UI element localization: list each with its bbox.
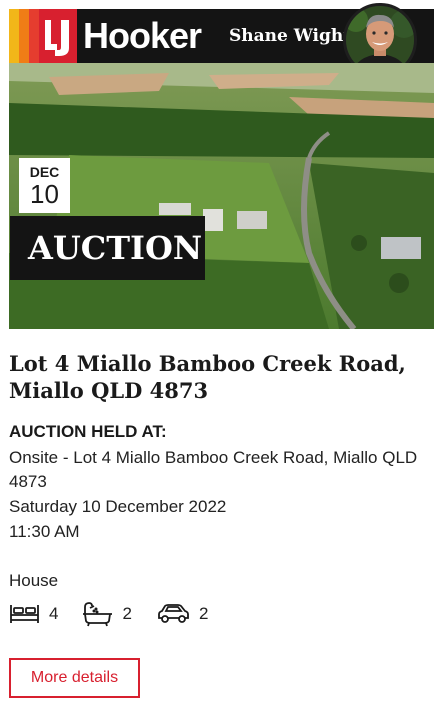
title-line-1: Lot 4 Miallo Bamboo Creek Road,: [9, 351, 406, 376]
auction-date-badge: DEC 10: [19, 158, 70, 213]
bedrooms-feature: 4: [9, 603, 58, 625]
car-icon: [156, 603, 190, 625]
date-day: 10: [30, 179, 59, 209]
date-month: DEC: [29, 164, 60, 180]
car-spaces-feature: 2: [156, 603, 208, 625]
title-line-2: Miallo QLD 4873: [9, 378, 209, 403]
property-features: 4 2 2: [9, 599, 232, 629]
auction-venue-line-2: 4873: [9, 472, 47, 491]
logo-stripes: [9, 9, 39, 63]
bathroom-count: 2: [122, 604, 132, 623]
auction-time: 11:30 AM: [9, 522, 80, 541]
auction-status-banner: AUCTION: [10, 216, 205, 280]
listing-title[interactable]: Lot 4 Miallo Bamboo Creek Road, Miallo Q…: [9, 350, 429, 404]
more-details-button[interactable]: More details: [9, 658, 140, 698]
brand-name: Hooker: [83, 15, 202, 56]
auction-venue-line-1: Onsite - Lot 4 Miallo Bamboo Creek Road,…: [9, 448, 418, 467]
bedroom-count: 4: [49, 604, 59, 623]
property-type: House: [9, 571, 59, 590]
auction-heading: AUCTION HELD AT:: [9, 422, 167, 441]
agent-name: Shane Wight: [229, 26, 352, 46]
bathrooms-feature: 2: [82, 601, 132, 627]
bed-icon: [9, 603, 40, 625]
property-photo[interactable]: DEC 10: [9, 63, 434, 329]
auction-date: Saturday 10 December 2022: [9, 497, 227, 516]
bath-icon: [82, 601, 113, 627]
car-space-count: 2: [198, 604, 209, 623]
lj-monogram-icon: [39, 9, 77, 63]
